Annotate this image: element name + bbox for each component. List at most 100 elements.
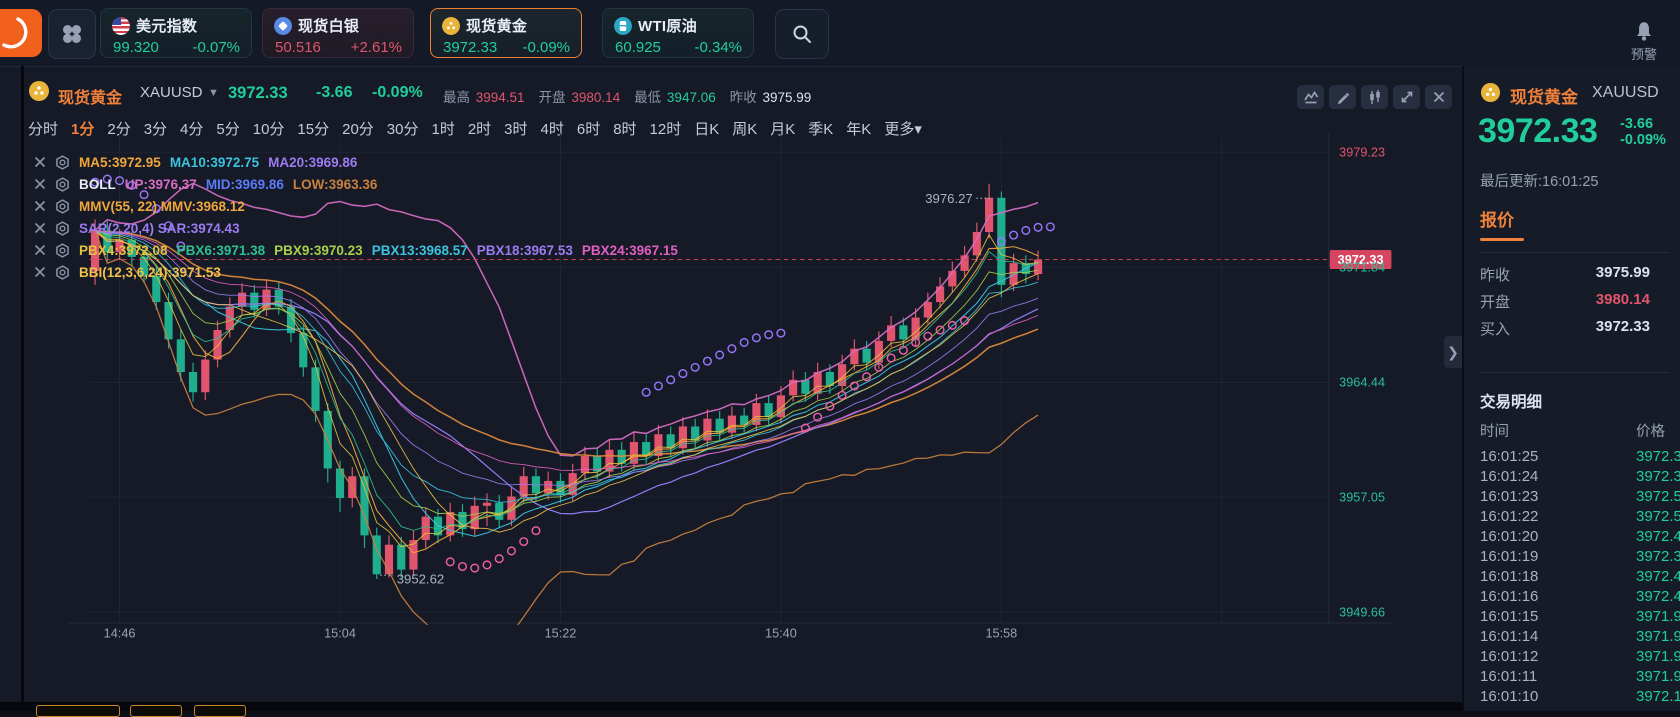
quote-label: 买入: [1480, 318, 1510, 339]
quote-value: 3980.14: [1560, 291, 1650, 308]
trade-price: 3972.4: [1636, 568, 1680, 585]
legend-text: PBX9:3970.23: [274, 243, 363, 258]
ticker-pct: -0.09%: [522, 39, 570, 56]
ticker-card-silver[interactable]: 现货白银50.516+2.61%: [262, 8, 414, 58]
legend-text: PBX18:3967.53: [477, 243, 573, 258]
bottom-tool-stub[interactable]: [194, 705, 246, 717]
panel-symbol-code: XAUUSD: [1592, 84, 1659, 102]
ticker-name: 现货黄金: [466, 15, 527, 36]
quote-value: 3975.99: [1560, 264, 1650, 281]
quote-value: 3972.33: [1560, 318, 1650, 335]
trade-price: 3972.3: [1636, 548, 1680, 565]
trade-time: 16:01:10: [1480, 688, 1538, 705]
trades-col-time: 时间: [1480, 420, 1509, 441]
ticker-pct: -0.34%: [694, 39, 742, 56]
settings-icon[interactable]: [55, 221, 70, 236]
tab-underline: [1480, 238, 1524, 241]
trade-price: 3972.5: [1636, 508, 1680, 525]
close-icon[interactable]: [34, 156, 46, 168]
settings-icon[interactable]: [55, 243, 70, 258]
alert-label: 预警: [1620, 44, 1668, 63]
trade-price: 3971.9: [1636, 668, 1680, 685]
trade-time: 16:01:20: [1480, 528, 1538, 545]
trade-time: 16:01:22: [1480, 508, 1538, 525]
legend-text: SAR(2,20,4) SAR:3974.43: [79, 221, 240, 236]
search-icon: [790, 22, 814, 46]
close-icon[interactable]: [34, 244, 46, 256]
apps-grid-button[interactable]: [48, 9, 96, 59]
trade-time: 16:01:16: [1480, 588, 1538, 605]
bottom-bar: [0, 702, 1462, 711]
panel-collapse-tab[interactable]: ❯: [1444, 336, 1462, 368]
close-icon[interactable]: [34, 178, 46, 190]
tab-quote[interactable]: 报价: [1480, 206, 1514, 231]
trade-price: 3971.9: [1636, 628, 1680, 645]
alert-button[interactable]: 预警: [1620, 20, 1668, 63]
ticker-title: 现货白银: [274, 15, 359, 36]
svg-text:15:58: 15:58: [985, 627, 1017, 641]
logo-swoosh-icon: [0, 9, 42, 57]
quote-panel: 现货黄金 XAUUSD 3972.33 -3.66 -0.09% 最后更新:16…: [1462, 66, 1680, 711]
svg-text:3957.05: 3957.05: [1339, 491, 1385, 505]
ticker-card-gold-coin[interactable]: 现货黄金 3972.33 -0.09%: [430, 8, 582, 58]
trade-time: 16:01:18: [1480, 568, 1538, 585]
quote-label: 开盘: [1480, 291, 1510, 312]
search-button[interactable]: [775, 9, 829, 59]
app-stage: 美元指数99.320-0.07%现货白银50.516+2.61%现货黄金3972…: [0, 0, 1680, 711]
trade-price: 3972.3: [1636, 468, 1680, 485]
bottom-tool-stub[interactable]: [130, 705, 182, 717]
legend-text: BOLL: [79, 177, 116, 192]
trade-time: 16:01:11: [1480, 668, 1537, 685]
trade-price: 3972.4: [1636, 588, 1680, 605]
ticker-value: 50.516: [275, 39, 321, 56]
trade-price: 3971.9: [1636, 648, 1680, 665]
close-icon[interactable]: [34, 200, 46, 212]
app-logo[interactable]: [0, 9, 42, 57]
svg-text:3979.23: 3979.23: [1339, 146, 1385, 160]
svg-text:15:40: 15:40: [765, 627, 797, 641]
settings-icon[interactable]: [55, 177, 70, 192]
close-icon[interactable]: [34, 266, 46, 278]
ticker-card-oil[interactable]: WTI原油60.925-0.34%: [602, 8, 754, 58]
settings-icon[interactable]: [55, 155, 70, 170]
ticker-value: 3972.33: [443, 39, 497, 56]
divider: [1480, 252, 1670, 253]
trade-time: 16:01:14: [1480, 628, 1538, 645]
legend-text: MA20:3969.86: [268, 155, 357, 170]
panel-symbol-name: 现货黄金: [1510, 83, 1578, 108]
ticker-title: WTI原油: [614, 15, 697, 36]
panel-change: -3.66: [1620, 116, 1653, 132]
svg-text:3964.44: 3964.44: [1339, 376, 1385, 390]
legend-text: UP:3976.37: [125, 177, 197, 192]
apps-grid-icon: [60, 22, 84, 46]
trade-time: 16:01:15: [1480, 608, 1538, 625]
ticker-name: 美元指数: [136, 15, 197, 36]
legend-text: LOW:3963.36: [293, 177, 378, 192]
ticker-title: 美元指数: [112, 15, 197, 36]
panel-updated: 最后更新:16:01:25: [1480, 170, 1598, 191]
ticker-name: 现货白银: [298, 15, 359, 36]
panel-change-pct: -0.09%: [1620, 132, 1666, 148]
top-bar: 美元指数99.320-0.07%现货白银50.516+2.61%现货黄金3972…: [0, 0, 1680, 67]
ticker-value: 99.320: [113, 39, 159, 56]
legend-text: MA5:3972.95: [79, 155, 161, 170]
panel-coin-icon: [1480, 82, 1501, 103]
legend-text: BBI(12,3,6,24):3971.53: [79, 265, 221, 280]
trade-time: 16:01:23: [1480, 488, 1538, 505]
settings-icon[interactable]: [55, 199, 70, 214]
ticker-name: WTI原油: [638, 15, 697, 36]
close-icon[interactable]: [34, 222, 46, 234]
svg-text:3971.84: 3971.84: [1339, 261, 1385, 275]
trade-time: 16:01:24: [1480, 468, 1538, 485]
svg-text:3952.62: 3952.62: [397, 571, 445, 586]
trade-price: 3972.1: [1636, 688, 1680, 705]
silver-icon: [274, 17, 292, 35]
divider: [1480, 372, 1670, 373]
svg-text:3976.27: 3976.27: [925, 191, 973, 206]
legend-row: BBI(12,3,6,24):3971.53: [34, 262, 221, 282]
trade-price: 3972.3: [1636, 448, 1680, 465]
left-divider: [21, 66, 24, 711]
bottom-tool-stub[interactable]: [36, 705, 120, 717]
ticker-card-us-flag[interactable]: 美元指数99.320-0.07%: [100, 8, 252, 58]
settings-icon[interactable]: [55, 265, 70, 280]
